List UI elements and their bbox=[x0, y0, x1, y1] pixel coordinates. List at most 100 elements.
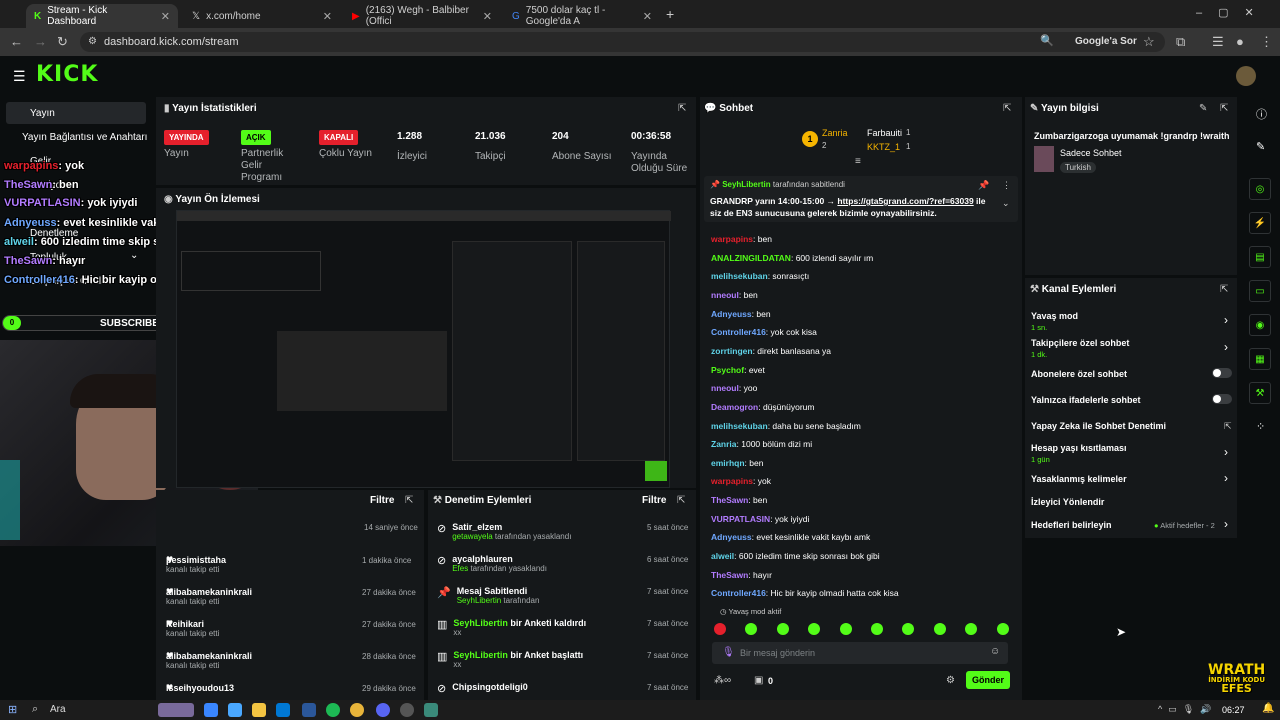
chat-icon[interactable]: ▭ bbox=[1249, 280, 1271, 302]
site-info-icon[interactable]: ⚙ bbox=[88, 36, 97, 47]
close-icon[interactable]: ✕ bbox=[483, 10, 492, 23]
popout-icon[interactable]: ⇱ bbox=[678, 103, 686, 114]
spotify-icon[interactable] bbox=[326, 703, 340, 717]
action-banned-words[interactable]: Yasaklanmış kelimeler bbox=[1031, 474, 1127, 484]
emote-icon[interactable] bbox=[933, 623, 946, 635]
layers-icon[interactable]: ▦ bbox=[1249, 348, 1271, 370]
tag-badge[interactable]: Turkish bbox=[1060, 162, 1096, 173]
tab-kick-dashboard[interactable]: K Stream - Kick Dashboard ✕ bbox=[26, 4, 178, 28]
close-icon[interactable]: ✕ bbox=[643, 10, 652, 23]
chat-username[interactable]: Zanria bbox=[711, 439, 737, 449]
emote-icon[interactable] bbox=[839, 623, 852, 635]
close-icon[interactable]: ✕ bbox=[161, 10, 170, 23]
pencil-icon[interactable]: ✎ bbox=[1256, 140, 1265, 153]
camera-icon[interactable]: ◎ bbox=[1249, 178, 1271, 200]
extensions-icon[interactable]: ⧉ bbox=[1176, 34, 1185, 50]
chat-username[interactable]: alweil bbox=[711, 551, 734, 561]
action-goals[interactable]: Hedefleri belirleyin bbox=[1031, 520, 1112, 530]
broadcast-icon[interactable]: ◉ bbox=[1249, 314, 1271, 336]
google-search-button[interactable]: Google'a Sor bbox=[1075, 36, 1137, 47]
chat-username[interactable]: melihsekuban bbox=[711, 421, 768, 431]
category-name[interactable]: Sadece Sohbet bbox=[1060, 148, 1122, 158]
gift-icon[interactable]: ▣ bbox=[754, 675, 763, 686]
chevron-right-icon[interactable]: › bbox=[1224, 340, 1228, 354]
emote-icon[interactable] bbox=[714, 623, 726, 635]
word-icon[interactable] bbox=[302, 703, 316, 717]
action-slow-mode[interactable]: Yavaş mod 1 sn. bbox=[1031, 311, 1078, 332]
chat-username[interactable]: Adnyeuss bbox=[711, 532, 752, 542]
emotes-only-toggle[interactable] bbox=[1212, 394, 1232, 404]
address-field[interactable] bbox=[80, 32, 1165, 52]
explorer-icon[interactable] bbox=[252, 703, 266, 717]
info-icon[interactable]: ⓘ bbox=[1256, 106, 1267, 122]
emoji-picker-icon[interactable]: ☺ bbox=[990, 646, 1000, 657]
more-menu-icon[interactable]: ⋮ bbox=[1260, 34, 1273, 50]
pinned-link[interactable]: https://gta5grand.com/?ref=63039 bbox=[837, 196, 973, 206]
bookmark-star-icon[interactable]: ☆ bbox=[1143, 34, 1155, 50]
chat-username[interactable]: nneoul bbox=[711, 290, 739, 300]
notepad-icon[interactable] bbox=[424, 703, 438, 717]
chat-username[interactable]: emirhqn bbox=[711, 458, 745, 468]
chrome-icon[interactable] bbox=[350, 703, 364, 717]
apps-icon[interactable]: ⁘ bbox=[1256, 420, 1265, 433]
back-icon[interactable]: ← bbox=[10, 34, 23, 49]
action-ai-moderation[interactable]: Yapay Zeka ile Sohbet Denetimi bbox=[1031, 421, 1166, 431]
chat-username[interactable]: VURPATLASIN bbox=[711, 514, 770, 524]
expand-icon[interactable]: ≡ bbox=[855, 156, 861, 167]
chevron-right-icon[interactable]: › bbox=[1224, 471, 1228, 485]
send-button[interactable]: Gönder bbox=[966, 671, 1010, 689]
emote-icon[interactable] bbox=[776, 623, 789, 635]
more-options-icon[interactable]: ⋮ bbox=[1002, 180, 1011, 191]
windows-start-icon[interactable]: ⊞ bbox=[8, 703, 17, 716]
kick-logo[interactable]: KICK bbox=[36, 62, 98, 87]
edit-icon[interactable]: ✎ bbox=[1199, 103, 1207, 114]
avatar[interactable] bbox=[1236, 66, 1256, 86]
action-followers-only[interactable]: Takipçilere özel sohbet 1 dk. bbox=[1031, 338, 1129, 359]
chat-username[interactable]: Deamogron bbox=[711, 402, 758, 412]
chat-username[interactable]: Controller416 bbox=[711, 327, 766, 337]
taskbar-widget-icon[interactable] bbox=[158, 703, 194, 717]
stream-preview-video[interactable] bbox=[176, 210, 671, 488]
chevron-down-icon[interactable]: ⌄ bbox=[130, 250, 138, 261]
subscribers-only-toggle[interactable] bbox=[1212, 368, 1232, 378]
forward-icon[interactable]: → bbox=[34, 34, 47, 49]
reload-icon[interactable]: ↻ bbox=[57, 34, 68, 50]
popout-icon[interactable]: ⇱ bbox=[405, 495, 413, 506]
chat-username[interactable]: TheSawn bbox=[711, 495, 748, 505]
chat-username[interactable]: zorrtingen bbox=[711, 346, 753, 356]
window-controls[interactable]: –▢✕ bbox=[1196, 6, 1270, 19]
settings-app-icon[interactable] bbox=[400, 703, 414, 717]
chat-settings-icon[interactable]: ⚙ bbox=[946, 675, 955, 686]
popout-icon[interactable]: ⇱ bbox=[1003, 103, 1011, 114]
sidebar-item-stream-key[interactable]: Yayın Bağlantısı ve Anahtarı bbox=[22, 132, 147, 143]
popout-icon[interactable]: ⇱ bbox=[1220, 103, 1228, 114]
discord-icon[interactable] bbox=[376, 703, 390, 717]
chat-username[interactable]: Adnyeuss bbox=[711, 309, 752, 319]
chat-username[interactable]: warpapins bbox=[711, 234, 753, 244]
chevron-right-icon[interactable]: › bbox=[1224, 445, 1228, 459]
edge-icon[interactable] bbox=[204, 703, 218, 717]
chat-username[interactable]: Controller416 bbox=[711, 588, 766, 598]
system-tray-icons[interactable]: ^▭🎙🔊 bbox=[1158, 704, 1217, 715]
emote-icon[interactable] bbox=[996, 623, 1009, 635]
chevron-right-icon[interactable]: › bbox=[1224, 313, 1228, 327]
chat-username[interactable]: nneoul bbox=[711, 383, 739, 393]
pin-icon[interactable]: 📌 bbox=[978, 180, 989, 191]
chat-username[interactable]: melihsekuban bbox=[711, 271, 768, 281]
activity-filter-button[interactable]: Filtre bbox=[370, 495, 394, 506]
wrench-icon[interactable]: ⚒ bbox=[1249, 382, 1271, 404]
chat-username[interactable]: TheSawn bbox=[711, 570, 748, 580]
profile-icon[interactable]: ● bbox=[1236, 34, 1244, 49]
sidebar-item-yayin[interactable] bbox=[6, 102, 146, 124]
chevron-right-icon[interactable]: › bbox=[1224, 517, 1228, 531]
tab-search-icon[interactable]: ☰ bbox=[1212, 34, 1224, 50]
tab-google[interactable]: G 7500 dolar kaç tl - Google'da A ✕ bbox=[504, 4, 660, 28]
popout-icon[interactable]: ⇱ bbox=[677, 495, 685, 506]
mic-icon[interactable]: 🎙 bbox=[722, 647, 735, 658]
chat-username[interactable]: Psychof bbox=[711, 365, 744, 375]
document-icon[interactable]: ▤ bbox=[1249, 246, 1271, 268]
search-icon[interactable]: ⌕ bbox=[32, 703, 38, 716]
emote-icon[interactable] bbox=[871, 623, 883, 635]
chat-username[interactable]: warpapins bbox=[711, 476, 753, 486]
zoom-icon[interactable]: 🔍 bbox=[1040, 34, 1054, 47]
